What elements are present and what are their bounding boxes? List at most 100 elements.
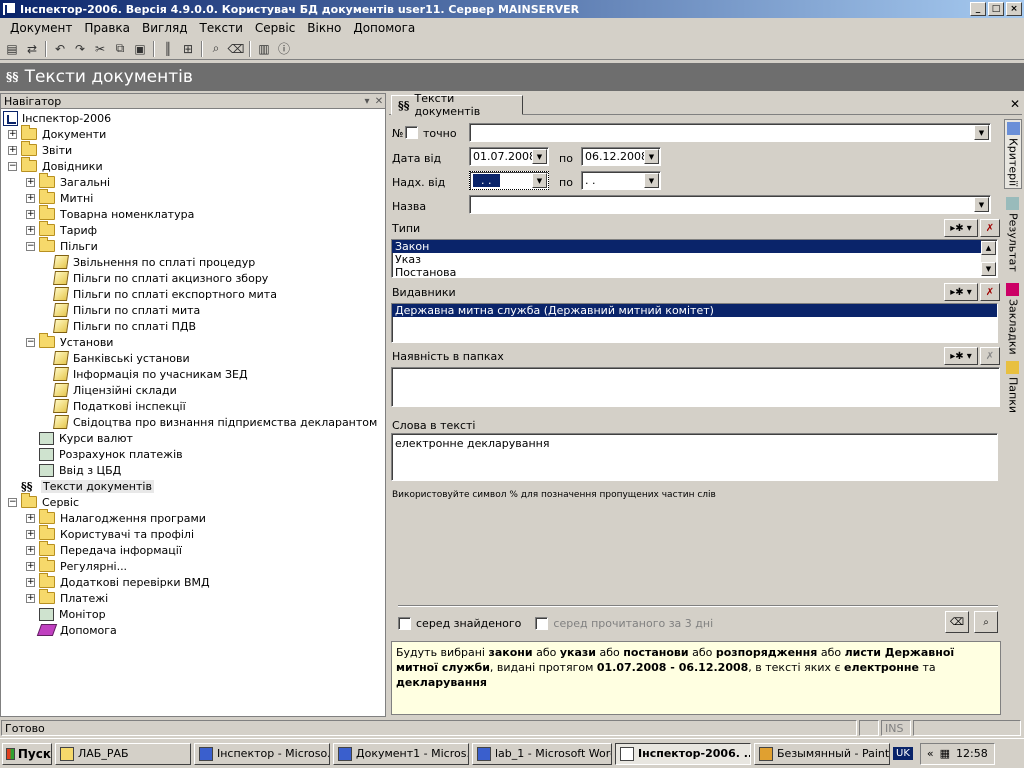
clear-types-button[interactable]: ✗ (980, 219, 1000, 237)
expand-icon[interactable]: + (26, 593, 35, 603)
date-to-input[interactable]: 06.12.2008 ▼ (581, 147, 661, 166)
menu-texts[interactable]: Тексти (194, 21, 249, 35)
expand-icon[interactable]: + (26, 577, 35, 587)
chevron-down-icon[interactable]: ▼ (532, 173, 547, 188)
words-input[interactable]: електронне декларування (391, 433, 998, 481)
task-word-doc1[interactable]: Документ1 - Micros... (333, 742, 469, 765)
expand-icon[interactable]: + (26, 513, 35, 523)
types-list[interactable]: Закон Указ Постанова ▲ ▼ (391, 239, 998, 278)
add-issuer-button[interactable]: ▸✱ ▾ (944, 283, 978, 301)
tree-item[interactable]: − Сервіс (1, 493, 385, 510)
name-input[interactable]: ▼ (469, 195, 991, 214)
among-read-checkbox[interactable] (535, 617, 549, 630)
tree-item[interactable]: + Регулярні... (1, 557, 385, 574)
task-paint[interactable]: Безымянный - Paint (754, 742, 890, 765)
menu-view[interactable]: Вигляд (136, 21, 194, 35)
task-word-inspector[interactable]: Інспектор - Microso... (194, 742, 330, 765)
task-folder[interactable]: ЛАБ_РАБ (55, 742, 191, 765)
expand-icon[interactable]: + (26, 545, 35, 555)
tree-item[interactable]: − Пільги (1, 237, 385, 254)
tree-item[interactable]: Інспектор-2006 (1, 110, 385, 126)
list-item[interactable]: Постанова (392, 266, 997, 277)
maximize-button[interactable]: □ (988, 2, 1004, 16)
tree-item[interactable]: Ввід з ЦБД (1, 462, 385, 478)
tree-item[interactable]: + Налагодження програми (1, 509, 385, 526)
side-tab-results[interactable]: Результат (1004, 195, 1022, 275)
tree-item[interactable]: Монітор (1, 606, 385, 622)
start-button[interactable]: Пуск (2, 742, 52, 765)
cut-icon[interactable]: ✂ (90, 40, 110, 58)
number-input[interactable]: ▼ (469, 123, 991, 142)
received-from-input[interactable]: . . ▼ (469, 171, 549, 190)
chevron-down-icon[interactable]: ▾ (361, 96, 373, 107)
copy-icon[interactable]: ⧉ (110, 40, 130, 58)
close-button[interactable]: × (1006, 2, 1022, 16)
menu-document[interactable]: Документ (4, 21, 78, 35)
task-inspector[interactable]: Інспектор-2006. ... (615, 742, 751, 765)
menu-help[interactable]: Допомога (347, 21, 421, 35)
scrollbar[interactable]: ▲ ▼ (981, 241, 996, 276)
received-to-input[interactable]: . . ▼ (581, 171, 661, 190)
scroll-up-icon[interactable]: ▲ (981, 241, 996, 255)
close-icon[interactable]: ✕ (373, 96, 385, 107)
tree-item[interactable]: + Передача інформації (1, 541, 385, 558)
task-word-lab1[interactable]: lab_1 - Microsoft Word (472, 742, 612, 765)
issuers-list[interactable]: Державна митна служба (Державний митний … (391, 303, 998, 343)
menu-service[interactable]: Сервіс (249, 21, 301, 35)
window-titlebar[interactable]: Інспектор-2006. Версія 4.9.0.0. Користув… (0, 0, 1024, 18)
network-icon[interactable]: ▦ (940, 747, 950, 760)
clear-folders-button[interactable]: ✗ (980, 347, 1000, 365)
expand-icon[interactable]: + (26, 529, 35, 539)
tree-item[interactable]: Розрахунок платежів (1, 446, 385, 462)
eraser-icon[interactable]: ⌫ (226, 40, 246, 58)
tree-item[interactable]: + Платежі (1, 589, 385, 606)
list-item[interactable]: Закон (392, 240, 981, 253)
expand-icon[interactable]: + (26, 193, 35, 203)
find-icon[interactable]: ⌕ (206, 40, 226, 58)
search-button[interactable]: ⌕ (974, 611, 998, 633)
tree-item[interactable]: Інформація по учасникам ЗЕД (1, 366, 385, 382)
collapse-icon[interactable]: − (26, 241, 35, 251)
tray-expand-icon[interactable]: « (927, 747, 934, 760)
clock[interactable]: 12:58 (956, 747, 988, 760)
refresh-icon[interactable]: ⇄ (22, 40, 42, 58)
paste-icon[interactable]: ▣ (130, 40, 150, 58)
clear-issuers-button[interactable]: ✗ (980, 283, 1000, 301)
chevron-down-icon[interactable]: ▼ (644, 173, 659, 188)
tree-item[interactable]: Пільги по сплаті акцизного збору (1, 270, 385, 286)
chevron-down-icon[interactable]: ▼ (974, 197, 989, 212)
undo-icon[interactable]: ↶ (50, 40, 70, 58)
side-tab-criteria[interactable]: Критерії (1004, 119, 1022, 189)
notes-icon[interactable]: ▥ (254, 40, 274, 58)
expand-icon[interactable]: + (26, 225, 35, 235)
tree-item[interactable]: + Загальні (1, 173, 385, 190)
tree-item[interactable]: §§ Тексти документів (1, 478, 385, 494)
collapse-icon[interactable]: − (8, 497, 17, 507)
chevron-down-icon[interactable]: ▼ (644, 149, 659, 164)
tree-item[interactable]: Звільнення по сплаті процедур (1, 254, 385, 270)
collapse-icon[interactable]: − (8, 161, 17, 171)
tree-item[interactable]: Курси валют (1, 430, 385, 446)
expand-icon[interactable]: + (26, 177, 35, 187)
side-tab-bookmarks[interactable]: Закладки (1004, 281, 1022, 355)
redo-icon[interactable]: ↷ (70, 40, 90, 58)
tree-item[interactable]: + Митні (1, 189, 385, 206)
tree-item[interactable]: Податкові інспекції (1, 398, 385, 414)
tree-item[interactable]: + Звіти (1, 141, 385, 158)
among-found-checkbox[interactable] (398, 617, 411, 630)
exact-checkbox[interactable] (405, 126, 418, 139)
tree-item[interactable]: Банківські установи (1, 350, 385, 366)
expand-icon[interactable]: + (8, 129, 17, 139)
folders-list[interactable] (391, 367, 1000, 407)
tree-item[interactable]: Пільги по сплаті мита (1, 302, 385, 318)
menu-window[interactable]: Вікно (301, 21, 347, 35)
tree-item[interactable]: Допомога (1, 622, 385, 638)
tree-item[interactable]: Ліцензійні склади (1, 382, 385, 398)
chevron-down-icon[interactable]: ▼ (974, 125, 989, 140)
list-item[interactable]: Державна митна служба (Державний митний … (392, 304, 997, 317)
tree-item[interactable]: Пільги по сплаті ПДВ (1, 318, 385, 334)
list-item[interactable]: Указ (392, 253, 997, 266)
chevron-down-icon[interactable]: ▼ (532, 149, 547, 164)
collapse-icon[interactable]: − (26, 337, 35, 347)
tree-item[interactable]: + Користувачі та профілі (1, 525, 385, 542)
